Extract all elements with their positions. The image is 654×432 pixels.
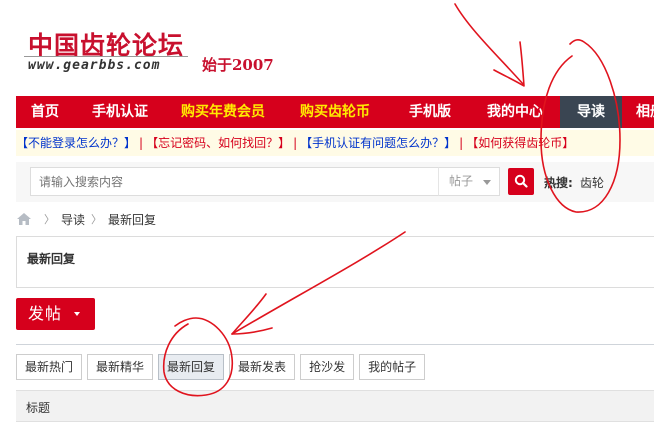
thread-table-header: 标题 (16, 390, 654, 422)
nav-item-guide[interactable]: 导读 (560, 96, 622, 128)
nav-item-buy-membership[interactable]: 购买年费会员 (166, 96, 280, 128)
chevron-down-icon (74, 312, 80, 316)
notice-link-phone-verify-help[interactable]: 【手机认证有问题怎么办？】 (300, 136, 456, 150)
breadcrumb-separator: 〉 (44, 213, 55, 226)
new-post-label: 发帖 (28, 304, 63, 323)
section-title: 最新回复 (27, 252, 76, 266)
site-logo-url[interactable]: www.gearbbs.com (28, 58, 160, 73)
logo-divider (24, 56, 188, 57)
nav-item-my-center[interactable]: 我的中心 (470, 96, 560, 128)
nav-item-phone-verify[interactable]: 手机认证 (74, 96, 166, 128)
notice-bar: 【不能登录怎么办？】 | 【忘记密码、如何找回？】 | 【手机认证有问题怎么办？】 | 【如… (16, 130, 654, 156)
tab-latest-featured[interactable]: 最新精华 (87, 354, 154, 380)
annotation-arrowhead-middle (231, 293, 273, 335)
logo-since-tagline: 始于2007 (202, 56, 274, 74)
tab-latest-posted[interactable]: 最新发表 (229, 354, 296, 380)
nav-item-album[interactable]: 相册 (622, 96, 654, 128)
section-divider (16, 344, 654, 345)
hot-search-keyword[interactable]: 齿轮 (580, 174, 604, 191)
nav-item-buy-coins[interactable]: 购买齿轮币 (280, 96, 390, 128)
tab-latest-replies[interactable]: 最新回复 (158, 354, 225, 380)
home-icon[interactable] (16, 212, 32, 226)
new-post-button[interactable]: 发帖 (16, 298, 95, 330)
breadcrumb-item-latest-replies: 最新回复 (108, 212, 157, 227)
tab-first-reply[interactable]: 抢沙发 (300, 354, 355, 380)
nav-item-mobile[interactable]: 手机版 (390, 96, 470, 128)
tab-my-posts[interactable]: 我的帖子 (359, 354, 426, 380)
column-header-title[interactable]: 标题 (26, 399, 50, 416)
notice-link-cannot-login[interactable]: 【不能登录怎么办？】 (16, 136, 136, 150)
notice-link-get-coins[interactable]: 【如何获得齿轮币】 (466, 136, 574, 150)
breadcrumb-item-guide[interactable]: 导读 (61, 211, 85, 228)
site-header: 中国齿轮论坛 www.gearbbs.com 始于2007 (0, 0, 654, 96)
search-bar: 帖子 热搜: 齿轮 (16, 162, 654, 202)
tab-latest-hot[interactable]: 最新热门 (16, 354, 83, 380)
nav-item-home[interactable]: 首页 (16, 96, 74, 128)
hot-search-label: 热搜: (544, 176, 573, 190)
search-icon (514, 174, 528, 188)
breadcrumb-separator: 〉 (91, 213, 103, 226)
breadcrumb: 〉 导读 〉 最新回复 (16, 210, 156, 228)
section-header: 最新回复 (16, 236, 654, 288)
search-type-select[interactable]: 帖子 (438, 167, 500, 196)
notice-separator: | (293, 136, 298, 150)
search-type-value: 帖子 (449, 174, 474, 188)
chevron-down-icon (483, 180, 491, 185)
notice-link-forgot-password[interactable]: 【忘记密码、如何找回？】 (146, 136, 290, 150)
notice-separator: | (139, 136, 144, 150)
notice-separator: | (459, 136, 464, 150)
search-input[interactable] (30, 167, 454, 196)
search-button[interactable] (508, 168, 534, 195)
main-nav: 首页 手机认证 购买年费会员 购买齿轮币 手机版 我的中心 导读 相册 (16, 96, 654, 128)
filter-tabs: 最新热门 最新精华 最新回复 最新发表 抢沙发 我的帖子 (16, 354, 430, 380)
